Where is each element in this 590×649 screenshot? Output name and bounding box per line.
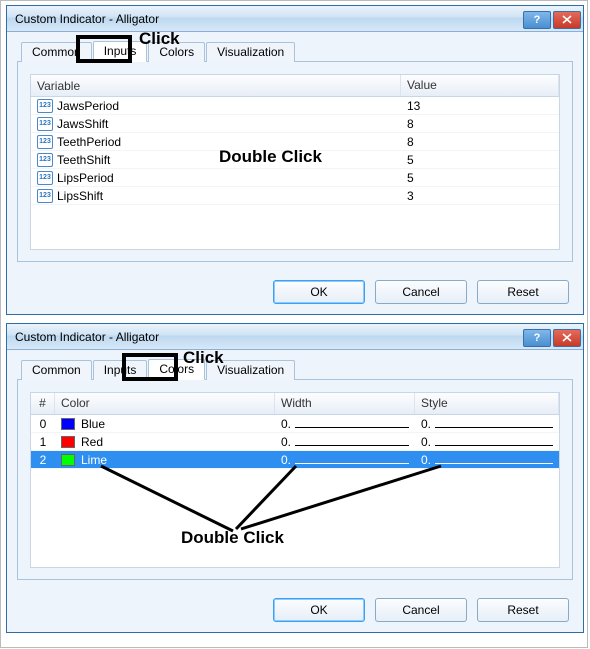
int-icon: 123 [37, 117, 53, 131]
dialog-inputs: Custom Indicator - Alligator ? Common In… [6, 5, 584, 315]
width-value[interactable]: 0. [281, 417, 291, 431]
tabstrip: Common Inputs Colors Visualization [17, 40, 573, 62]
table-row[interactable]: 123 TeethShift 5 [31, 151, 559, 169]
table-row[interactable]: 0 Blue 0. 0. [31, 415, 559, 433]
tab-sheet: # Color Width Style 0 Blue 0. 0. 1 Red [17, 380, 573, 580]
close-icon [562, 15, 572, 24]
table-row[interactable]: 123 LipsShift 3 [31, 187, 559, 205]
color-index: 1 [31, 434, 55, 450]
tabstrip: Common Inputs Colors Visualization [17, 358, 573, 380]
colors-table[interactable]: # Color Width Style 0 Blue 0. 0. 1 Red [30, 392, 560, 568]
col-value[interactable]: Value [401, 75, 559, 96]
tab-visualization[interactable]: Visualization [206, 42, 295, 62]
col-width[interactable]: Width [275, 393, 415, 414]
var-name: TeethShift [57, 153, 110, 167]
dialog-title: Custom Indicator - Alligator [15, 12, 523, 26]
close-button[interactable] [553, 11, 581, 29]
ok-button[interactable]: OK [273, 280, 365, 304]
titlebar[interactable]: Custom Indicator - Alligator ? [7, 6, 583, 32]
col-variable[interactable]: Variable [31, 75, 401, 96]
var-name: LipsShift [57, 189, 103, 203]
var-value[interactable]: 5 [401, 170, 559, 186]
var-value[interactable]: 8 [401, 134, 559, 150]
button-row: OK Cancel Reset [273, 280, 569, 304]
reset-button[interactable]: Reset [477, 280, 569, 304]
tab-sheet: Variable Value 123 JawsPeriod 13 123 JawsS… [17, 62, 573, 262]
ok-button[interactable]: OK [273, 598, 365, 622]
tab-common[interactable]: Common [21, 42, 92, 62]
col-index[interactable]: # [31, 393, 55, 414]
inputs-table[interactable]: Variable Value 123 JawsPeriod 13 123 JawsS… [30, 74, 560, 250]
color-swatch-icon [61, 454, 75, 466]
color-swatch-icon [61, 436, 75, 448]
color-name: Lime [81, 453, 107, 467]
color-swatch-icon [61, 418, 75, 430]
var-name: LipsPeriod [57, 171, 114, 185]
table-row[interactable]: 123 LipsPeriod 5 [31, 169, 559, 187]
var-value[interactable]: 13 [401, 98, 559, 114]
table-body: 123 JawsPeriod 13 123 JawsShift 8 123 Teeth… [31, 97, 559, 205]
col-style[interactable]: Style [415, 393, 559, 414]
color-name: Blue [81, 417, 105, 431]
cancel-button[interactable]: Cancel [375, 598, 467, 622]
int-icon: 123 [37, 153, 53, 167]
close-icon [562, 333, 572, 342]
style-preview-icon [435, 463, 553, 464]
table-row[interactable]: 123 JawsPeriod 13 [31, 97, 559, 115]
int-icon: 123 [37, 99, 53, 113]
var-name: TeethPeriod [57, 135, 121, 149]
button-row: OK Cancel Reset [273, 598, 569, 622]
style-value[interactable]: 0. [421, 417, 431, 431]
table-header: Variable Value [31, 75, 559, 97]
tab-common[interactable]: Common [21, 360, 92, 380]
color-index: 2 [31, 452, 55, 468]
var-value[interactable]: 5 [401, 152, 559, 168]
int-icon: 123 [37, 135, 53, 149]
table-body: 0 Blue 0. 0. 1 Red 0. 0. 2 Lime 0. [31, 415, 559, 469]
table-row[interactable]: 1 Red 0. 0. [31, 433, 559, 451]
width-preview-icon [295, 427, 409, 428]
var-value[interactable]: 8 [401, 116, 559, 132]
cancel-button[interactable]: Cancel [375, 280, 467, 304]
tab-inputs[interactable]: Inputs [93, 41, 148, 62]
reset-button[interactable]: Reset [477, 598, 569, 622]
table-row[interactable]: 2 Lime 0. 0. [31, 451, 559, 469]
tab-colors[interactable]: Colors [148, 359, 205, 380]
width-value[interactable]: 0. [281, 453, 291, 467]
var-name: JawsPeriod [57, 99, 119, 113]
tab-visualization[interactable]: Visualization [206, 360, 295, 380]
style-preview-icon [435, 427, 553, 428]
tab-colors[interactable]: Colors [148, 42, 205, 62]
tab-inputs[interactable]: Inputs [93, 360, 148, 380]
dialog-colors: Custom Indicator - Alligator ? Common In… [6, 323, 584, 633]
dialog-title: Custom Indicator - Alligator [15, 330, 523, 344]
color-index: 0 [31, 416, 55, 432]
int-icon: 123 [37, 171, 53, 185]
width-preview-icon [295, 445, 409, 446]
close-button[interactable] [553, 329, 581, 347]
col-color[interactable]: Color [55, 393, 275, 414]
width-preview-icon [295, 463, 409, 464]
style-value[interactable]: 0. [421, 435, 431, 449]
table-header: # Color Width Style [31, 393, 559, 415]
help-button[interactable]: ? [523, 11, 551, 29]
width-value[interactable]: 0. [281, 435, 291, 449]
style-preview-icon [435, 445, 553, 446]
help-button[interactable]: ? [523, 329, 551, 347]
style-value[interactable]: 0. [421, 453, 431, 467]
var-name: JawsShift [57, 117, 108, 131]
color-name: Red [81, 435, 103, 449]
titlebar[interactable]: Custom Indicator - Alligator ? [7, 324, 583, 350]
table-row[interactable]: 123 JawsShift 8 [31, 115, 559, 133]
table-row[interactable]: 123 TeethPeriod 8 [31, 133, 559, 151]
int-icon: 123 [37, 189, 53, 203]
var-value[interactable]: 3 [401, 188, 559, 204]
